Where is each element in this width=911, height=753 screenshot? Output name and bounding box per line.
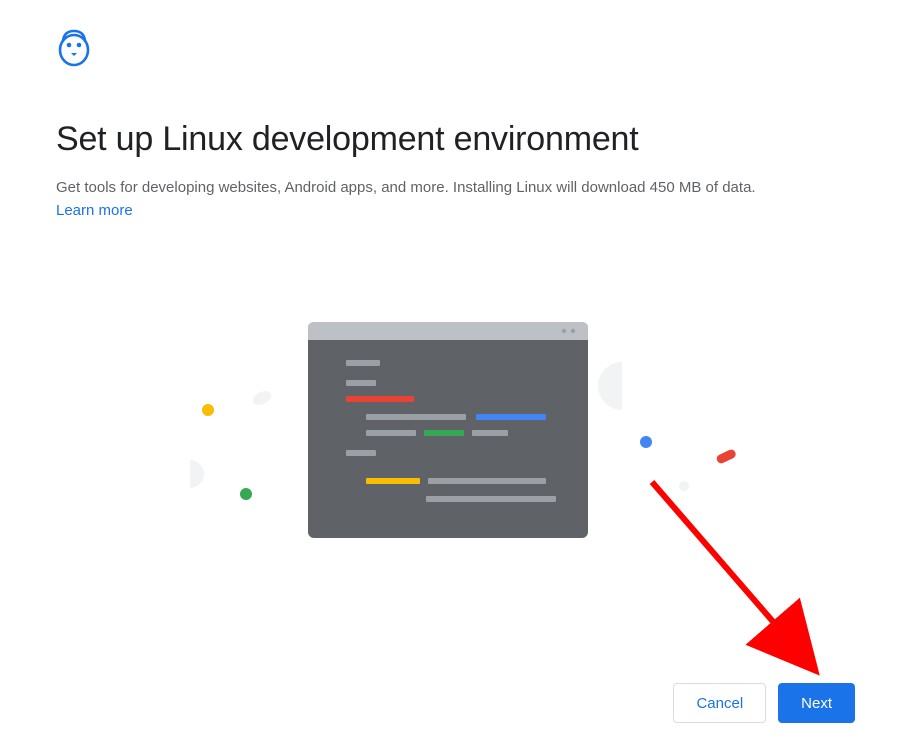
dialog-buttons: Cancel Next (673, 683, 855, 723)
learn-more-link[interactable]: Learn more (56, 202, 133, 219)
setup-linux-dialog: Set up Linux development environment Get… (0, 0, 911, 753)
penguin-logo-icon (56, 27, 92, 72)
dialog-content: Set up Linux development environment Get… (56, 120, 855, 220)
dialog-title: Set up Linux development environment (56, 120, 855, 159)
dialog-description: Get tools for developing websites, Andro… (56, 177, 855, 200)
cancel-button[interactable]: Cancel (673, 683, 766, 723)
next-button[interactable]: Next (778, 683, 855, 723)
terminal-illustration (0, 320, 911, 560)
